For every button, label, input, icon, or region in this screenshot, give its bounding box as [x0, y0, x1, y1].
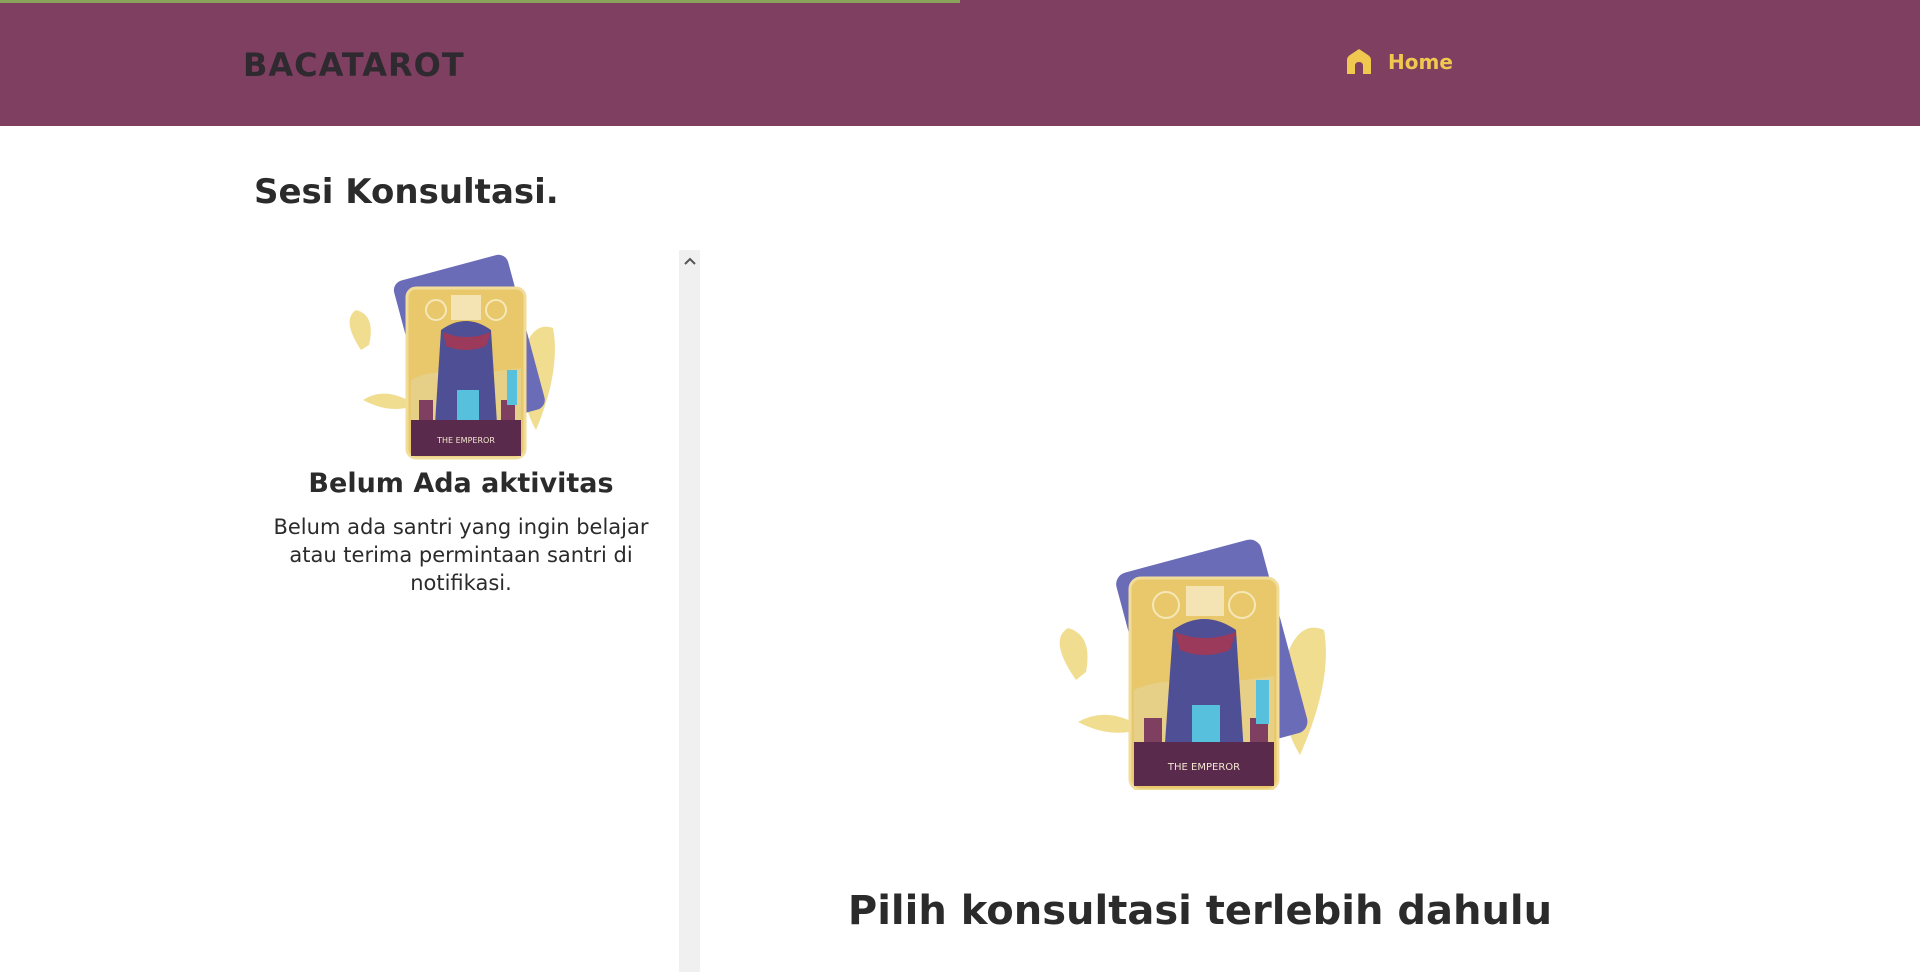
top-navbar: BACATAROT Home [0, 0, 1920, 126]
page-load-progress-bar [0, 0, 960, 3]
tarot-card-illustration-large: THE EMPEROR [1059, 539, 1326, 790]
nav-home-link[interactable]: Home [1344, 47, 1453, 77]
chevron-up-icon[interactable] [679, 250, 700, 272]
nav-home-label: Home [1388, 50, 1453, 74]
empty-state-title: Belum Ada aktivitas [308, 468, 614, 499]
session-list-scrollbar[interactable] [679, 250, 700, 972]
empty-state-description: Belum ada santri yang ingin belajar atau… [273, 515, 649, 595]
page-title: Sesi Konsultasi. [254, 172, 559, 212]
tarot-card-illustration: THE EMPEROR [349, 254, 555, 460]
tarot-card-label-large: THE EMPEROR [1167, 762, 1240, 773]
tarot-card-label: THE EMPEROR [436, 436, 495, 445]
brand-logo[interactable]: BACATAROT [243, 46, 465, 84]
select-consultation-prompt: Pilih konsultasi terlebih dahulu [847, 888, 1553, 934]
home-icon [1347, 49, 1371, 74]
session-list-panel: THE EMPEROR Belum Ada aktivitas Belum ad… [243, 250, 679, 972]
